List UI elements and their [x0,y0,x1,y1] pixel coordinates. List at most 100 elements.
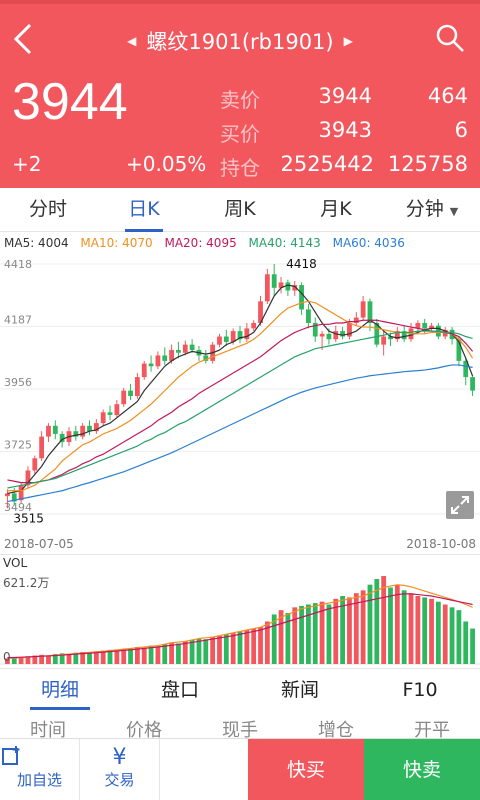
candle-body [5,493,10,497]
volume-bar [299,605,304,664]
volume-bar [326,604,332,664]
open-interest: 2525442 [280,152,374,176]
candle-body [141,363,147,378]
col-volume: 现手 [222,720,258,740]
fullscreen-button[interactable] [446,491,474,519]
candle-body [52,425,58,434]
candlestick-chart[interactable]: 4418418739563725349444183515 [0,252,480,532]
price-change-pct: +0.05% [126,152,207,176]
prev-contract-icon[interactable]: ◀ [127,34,136,48]
period-tabs: 分时 日K 周K 月K 分钟 ▼ [0,188,480,232]
tab-news[interactable]: 新闻 [240,669,360,710]
price-change: +2 [12,152,42,176]
date-end: 2018-10-08 [406,537,476,551]
tab-minute-label: 分钟 [405,198,444,220]
volume-chart[interactable] [0,554,480,666]
volume-bar [223,634,229,664]
volume-bar [87,652,92,664]
candle-body [121,390,127,405]
quick-buy-button[interactable]: 快买 [248,739,364,800]
tab-orderbook[interactable]: 盘口 [120,669,240,710]
sell-price-label: 卖价 [220,88,260,112]
back-arrow-icon[interactable] [10,22,40,56]
tab-weekly-k[interactable]: 周K [192,188,288,231]
col-price: 价格 [126,720,162,740]
candle-body [114,404,120,415]
candle-body [176,350,181,353]
y-tick-label: 3725 [4,439,32,452]
volume-max-label: 621.2万 [3,576,50,590]
volume-bar [415,596,421,664]
tab-daily-k[interactable]: 日K [96,188,192,232]
ma40-line [7,330,473,489]
volume-bar [128,648,133,664]
volume-bar [367,584,373,664]
candle-body [134,377,140,397]
candle-body [46,425,51,437]
tab-f10[interactable]: F10 [360,669,480,710]
caret-down-icon: ▼ [449,205,459,218]
candle-body [39,436,45,459]
detail-tabs: 明细 盘口 新闻 F10 [0,668,480,710]
next-contract-icon[interactable]: ▶ [344,34,353,48]
candle-body [319,333,325,337]
volume-bar [162,644,168,664]
volume-bar [456,610,462,664]
candle-body [264,274,270,302]
volume-bar [176,643,181,664]
candle-body [223,336,229,342]
buy-qty: 6 [454,118,468,142]
ma-legend: MA5: 4004 MA10: 4070 MA20: 4095 MA40: 41… [4,236,413,250]
volume-bar [141,647,147,664]
col-time: 时间 [30,720,66,740]
high-price-label: 4418 [286,257,317,271]
ma40-value: MA40: 4143 [248,236,321,250]
candle-body [306,309,311,323]
volume-bar [217,635,222,664]
candle-body [155,355,161,367]
tab-intraday[interactable]: 分时 [0,188,96,231]
bottom-bar: 加自选 ¥ 交易 快买 快卖 [0,738,480,800]
volume-bar [189,639,195,664]
volume-bar [46,655,51,664]
volume-bar [333,598,339,664]
tab-trades[interactable]: 明细 [0,669,120,710]
ma10-value: MA10: 4070 [80,236,153,250]
volume-bar [306,604,311,664]
trades-column-header: 时间 价格 现手 增仓 开平 [0,716,480,740]
volume-bar [251,628,257,664]
volume-bar [230,632,236,664]
tab-monthly-k[interactable]: 月K [288,188,384,231]
volume-bar [347,597,352,664]
search-icon[interactable] [434,22,466,54]
open-interest-change: 125758 [387,152,468,176]
y-tick-label: 4187 [4,314,32,327]
volume-bar [442,604,448,664]
quick-sell-button[interactable]: 快卖 [364,739,480,800]
volume-bar [429,598,434,664]
open-interest-label: 持仓 [220,156,260,180]
volume-label: VOL [3,556,28,570]
volume-bar [66,654,72,664]
volume-bar [401,590,407,664]
candle-body [333,331,339,340]
col-open-close: 开平 [414,720,450,740]
volume-bar [374,579,380,664]
candle-body [470,377,475,391]
candle-body [299,285,304,310]
ma60-value: MA60: 4036 [332,236,405,250]
volume-bar [244,630,250,664]
candle-body [360,301,366,318]
volume-bar [470,628,475,664]
candle-body [32,458,38,471]
volume-bar [155,646,161,664]
trade-button[interactable]: ¥ 交易 [80,739,160,800]
add-watchlist-button[interactable]: 加自选 [0,739,80,800]
contract-title[interactable]: ◀ 螺纹1901(rb1901) ▶ [110,26,370,56]
candle-body [100,412,106,424]
candle-body [326,333,332,340]
quote-header: ◀ 螺纹1901(rb1901) ▶ 3944 +2 +0.05% 卖价 394… [0,0,480,188]
tab-minute[interactable]: 分钟 ▼ [384,188,480,231]
ma20-value: MA20: 4095 [164,236,237,250]
volume-bar [408,593,414,664]
